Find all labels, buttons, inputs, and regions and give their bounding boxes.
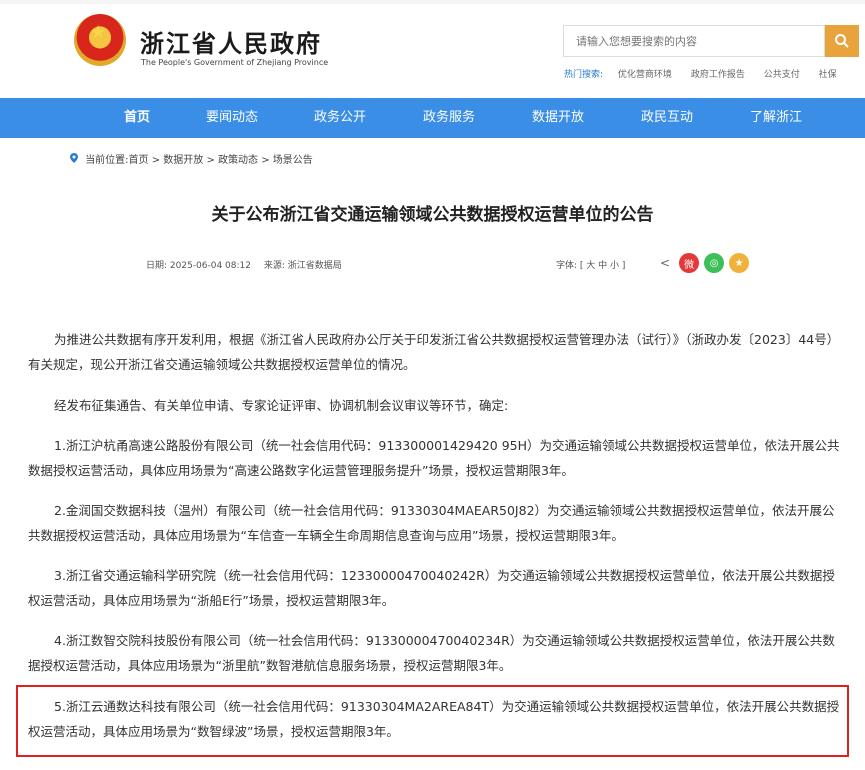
nav-tab-news[interactable]: 要闻动态: [206, 98, 258, 138]
article-date: 日期: 2025-06-04 08:12: [146, 261, 251, 271]
site-header: ★ 浙江省人民政府 The People's Government of Zhe…: [0, 0, 865, 98]
site-subtitle: The People's Government of Zhejiang Prov…: [141, 58, 329, 67]
article-paragraph: 为推进公共数据有序开发利用，根据《浙江省人民政府办公厅关于印发浙江省公共数据授权…: [28, 332, 840, 372]
article-paragraph: 经发布征集通告、有关单位申请、专家论证评审、协调机制会议审议等环节，确定:: [54, 398, 509, 413]
hot-search-item[interactable]: 公共支付: [764, 70, 800, 80]
article-title: 关于公布浙江省交通运输领域公共数据授权运营单位的公告: [211, 205, 654, 225]
favorite-icon[interactable]: ★: [729, 253, 750, 273]
hot-search-item[interactable]: 政府工作报告: [691, 70, 745, 80]
nav-tab-interaction[interactable]: 政民互动: [641, 98, 693, 138]
search-button[interactable]: [825, 25, 859, 57]
article-meta: 日期: 2025-06-04 08:12 来源: 浙江省数据局: [146, 258, 352, 271]
emblem-star-icon: ★: [90, 22, 107, 43]
nav-tab-home[interactable]: 首页: [124, 98, 150, 138]
nav-tab-services[interactable]: 政务服务: [423, 98, 475, 138]
search-input[interactable]: [564, 26, 828, 56]
article-paragraph: 1.浙江沪杭甬高速公路股份有限公司（统一社会信用代码：9133000014294…: [28, 438, 840, 478]
highlight-box: [16, 685, 849, 757]
article-source: 来源: 浙江省数据局: [263, 261, 342, 271]
hot-search-item[interactable]: 优化营商环境: [618, 70, 672, 80]
share-bar: < 微 ◎ ★: [660, 253, 750, 273]
weibo-icon[interactable]: 微: [679, 253, 700, 273]
breadcrumb-text[interactable]: 当前位置:首页 > 数据开放 > 政策动态 > 场景公告: [85, 155, 313, 166]
site-title[interactable]: 浙江省人民政府: [140, 24, 322, 59]
article-paragraph: 2.金润国交数据科技（温州）有限公司（统一社会信用代码：91330304MAEA…: [28, 503, 835, 543]
share-icon[interactable]: <: [660, 256, 670, 270]
article-paragraph: 3.浙江省交通运输科学研究院（统一社会信用代码：1233000047004024…: [28, 568, 835, 608]
nav-tab-about[interactable]: 了解浙江: [750, 98, 802, 138]
hot-search-label: 热门搜索:: [564, 70, 604, 80]
wechat-icon[interactable]: ◎: [704, 253, 725, 273]
nav-tab-data-open[interactable]: 数据开放: [532, 98, 584, 138]
font-size-control[interactable]: 字体: [ 大 中 小 ]: [556, 258, 625, 271]
breadcrumb: 当前位置:首页 > 数据开放 > 政策动态 > 场景公告: [70, 151, 313, 166]
main-nav: 首页 要闻动态 政务公开 政务服务 数据开放 政民互动 了解浙江: [0, 98, 865, 138]
hot-search-item[interactable]: 社保: [819, 70, 837, 80]
location-pin-icon: [70, 153, 78, 163]
hot-search: 热门搜索: 优化营商环境 政府工作报告 公共支付 社保: [564, 67, 853, 80]
article-paragraph: 4.浙江数智交院科技股份有限公司（统一社会信用代码：91330000470040…: [28, 633, 835, 673]
nav-tab-gov-info[interactable]: 政务公开: [314, 98, 366, 138]
search-icon: [835, 34, 849, 48]
search-box: [563, 25, 828, 57]
